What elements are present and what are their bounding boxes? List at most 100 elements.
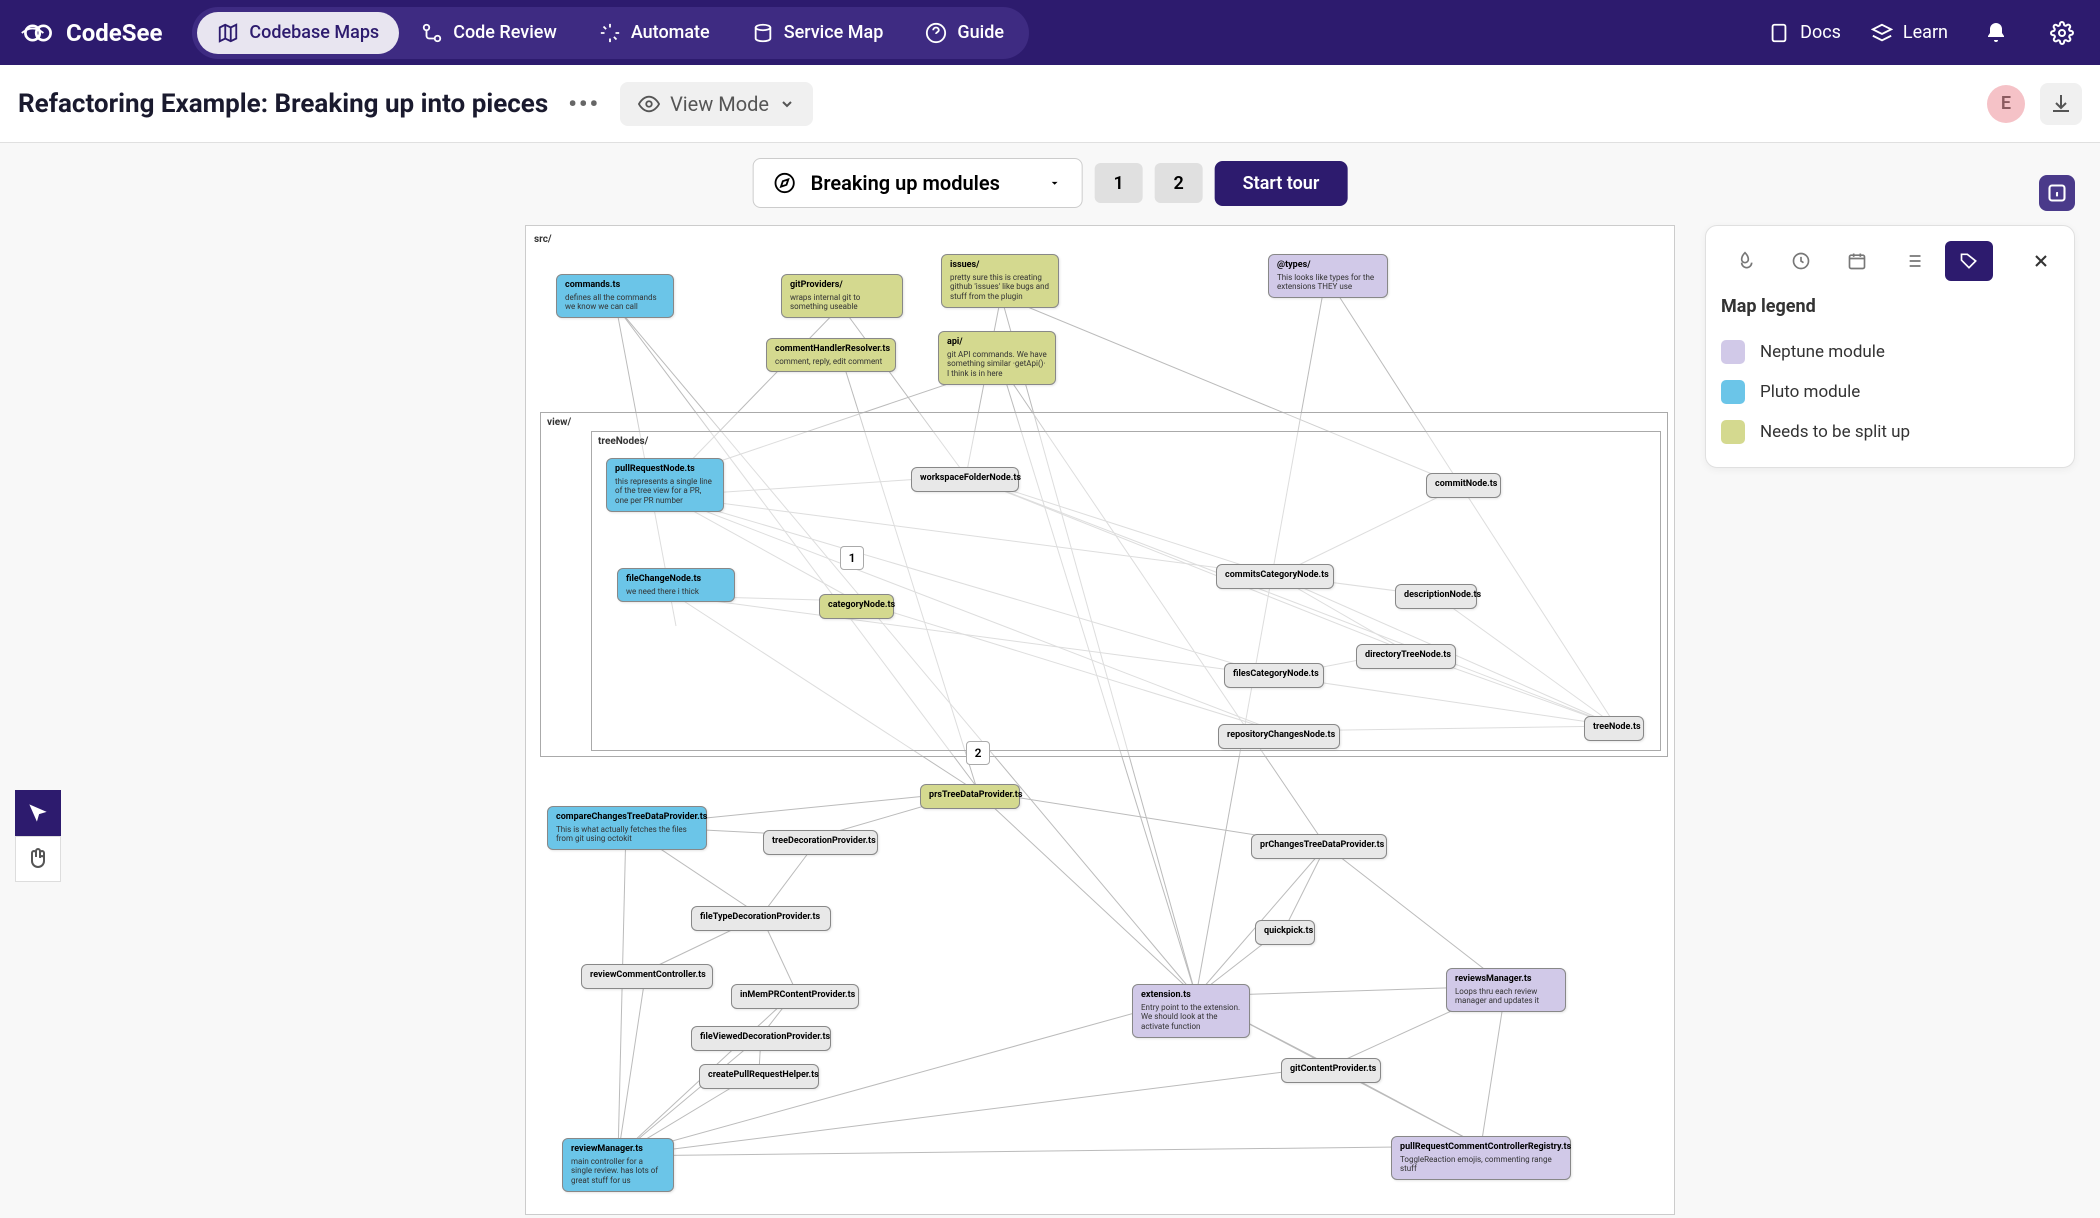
node-title: api/ [947,337,1047,348]
page-title: Refactoring Example: Breaking up into pi… [18,89,548,119]
node-reviewManager[interactable]: reviewManager.tsmain controller for a si… [562,1138,674,1192]
node-commitsCategoryNode[interactable]: commitsCategoryNode.ts [1216,564,1334,589]
node-gitProviders[interactable]: gitProviders/wraps internal git to somet… [781,274,903,318]
node-pullRequestNode[interactable]: pullRequestNode.tsthis represents a sing… [606,458,724,512]
node-desc: we need there i thick [626,587,726,597]
node-prsTreeDataProvider[interactable]: prsTreeDataProvider.ts [920,784,1020,809]
node-title: compareChangesTreeDataProvider.ts [556,812,698,823]
node-descriptionNode[interactable]: descriptionNode.ts [1395,584,1477,609]
start-tour-button[interactable]: Start tour [1215,161,1348,206]
tour-marker-1[interactable]: 1 [840,546,864,570]
settings-button[interactable] [2044,15,2080,51]
node-title: gitProviders/ [790,280,894,291]
tour-step-2[interactable]: 2 [1155,163,1203,203]
legend-close[interactable] [2023,243,2059,279]
node-fileTypeDecorationProvider[interactable]: fileTypeDecorationProvider.ts [691,906,831,931]
node-title: descriptionNode.ts [1404,590,1468,601]
legend-label: Pluto module [1760,382,1860,402]
topbar: CodeSee Codebase Maps Code Review Automa… [0,0,2100,65]
nav-label: Learn [1903,22,1948,43]
node-desc: Loops thru each review manager and updat… [1455,987,1557,1006]
node-api[interactable]: api/git API commands. We have something … [938,331,1056,385]
legend-tab-history[interactable] [1777,241,1825,281]
node-fileChangeNode[interactable]: fileChangeNode.tswe need there i thick [617,568,735,602]
nav-learn[interactable]: Learn [1871,22,1948,44]
node-title: reviewManager.ts [571,1144,665,1155]
pointer-tool[interactable] [15,790,61,836]
legend-item[interactable]: Pluto module [1721,372,2059,412]
legend-item[interactable]: Needs to be split up [1721,412,2059,452]
legend-item[interactable]: Neptune module [1721,332,2059,372]
legend-label: Needs to be split up [1760,422,1910,442]
node-filesCategoryNode[interactable]: filesCategoryNode.ts [1224,663,1324,688]
node-title: extension.ts [1141,990,1241,1001]
nav-codebase-maps[interactable]: Codebase Maps [197,12,399,54]
list-icon [1903,251,1923,271]
download-button[interactable] [2040,83,2082,125]
user-avatar[interactable]: E [1987,85,2025,123]
node-issues[interactable]: issues/pretty sure this is creating gith… [941,254,1059,308]
node-treeDecorationProvider[interactable]: treeDecorationProvider.ts [763,830,878,855]
legend-swatch [1721,340,1745,364]
legend-tab-calendar[interactable] [1833,241,1881,281]
node-desc: ToggleReaction emojis, commenting range … [1400,1155,1562,1174]
nav-label: Automate [631,22,710,43]
tour-step-1[interactable]: 1 [1095,163,1143,203]
more-button[interactable]: ••• [568,90,600,118]
legend-tab-list[interactable] [1889,241,1937,281]
download-icon [2049,92,2073,116]
sub-right: E [1987,83,2082,125]
service-icon [752,22,774,44]
dropdown-icon [1048,176,1062,190]
notifications-button[interactable] [1978,15,2014,51]
node-commands[interactable]: commands.tsdefines all the commands we k… [556,274,674,318]
nav-label: Service Map [784,22,884,43]
node-compareChanges[interactable]: compareChangesTreeDataProvider.tsThis is… [547,806,707,850]
legend-tab-flame[interactable] [1721,241,1769,281]
node-title: treeDecorationProvider.ts [772,836,869,847]
view-mode-selector[interactable]: View Mode [620,82,813,126]
nav-docs[interactable]: Docs [1768,22,1841,44]
node-title: fileViewedDecorationProvider.ts [700,1032,822,1043]
node-reviewsManager[interactable]: reviewsManager.tsLoops thru each review … [1446,968,1566,1012]
node-desc: Entry point to the extension. We should … [1141,1003,1241,1032]
node-gitContentProvider[interactable]: gitContentProvider.ts [1281,1058,1381,1083]
node-extension[interactable]: extension.ts Entry point to the extension… [1132,984,1250,1038]
node-fileViewedDecorationProvider[interactable]: fileViewedDecorationProvider.ts [691,1026,831,1051]
node-workspaceFolderNode[interactable]: workspaceFolderNode.ts [911,467,1019,492]
node-treeNode[interactable]: treeNode.ts [1584,716,1644,741]
nav-guide[interactable]: Guide [905,12,1024,54]
node-commentHandler[interactable]: commentHandlerResolver.tscomment, reply,… [766,338,896,372]
node-repositoryChangesNode[interactable]: repositoryChangesNode.ts [1218,724,1340,749]
nav-automate[interactable]: Automate [579,12,730,54]
node-title: prsTreeDataProvider.ts [929,790,1011,801]
subbar: Refactoring Example: Breaking up into pi… [0,65,2100,143]
folder-treenodes: treeNodes/ [598,436,648,447]
legend-tab-tags[interactable] [1945,241,1993,281]
brand-logo[interactable]: CodeSee [20,15,162,51]
node-categoryNode[interactable]: categoryNode.ts [819,594,894,619]
node-pullRequestCommentControllerRegistry[interactable]: pullRequestCommentControllerRegistry.tsT… [1391,1136,1571,1180]
tour-selector[interactable]: Breaking up modules [753,158,1083,208]
nav-label: Guide [957,22,1004,43]
node-prChangesTreeDataProvider[interactable]: prChangesTreeDataProvider.ts [1251,834,1387,859]
node-title: quickpick.ts [1264,926,1306,937]
node-commitNode[interactable]: commitNode.ts [1426,473,1501,498]
node-quickpick[interactable]: quickpick.ts [1255,920,1315,945]
info-icon [2047,183,2067,203]
tour-name: Breaking up modules [811,171,1000,195]
node-inMemPRContentProvider[interactable]: inMemPRContentProvider.ts [731,984,859,1009]
diagram-canvas[interactable]: src/ view/ treeNodes/ 1 2 commands.tsdef… [525,225,1675,1215]
hand-tool[interactable] [15,836,61,882]
node-types[interactable]: @types/This looks like types for the ext… [1268,254,1388,298]
nav-service-map[interactable]: Service Map [732,12,904,54]
info-button[interactable] [2039,175,2075,211]
node-directoryTreeNode[interactable]: directoryTreeNode.ts [1356,644,1456,669]
node-createPullRequestHelper[interactable]: createPullRequestHelper.ts [699,1064,819,1089]
compass-icon [774,172,796,194]
node-desc: comment, reply, edit comment [775,357,887,367]
legend-swatch [1721,420,1745,444]
tour-marker-2[interactable]: 2 [966,741,990,765]
node-reviewCommentController[interactable]: reviewCommentController.ts [581,964,713,989]
nav-code-review[interactable]: Code Review [401,12,577,54]
